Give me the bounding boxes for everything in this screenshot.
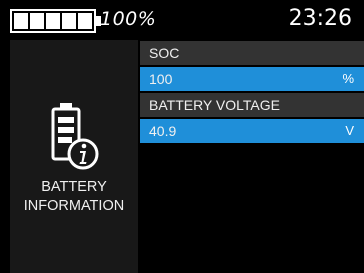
field-label: SOC [149, 45, 180, 61]
field-value: 100 [149, 71, 173, 87]
battery-information-tile[interactable]: BATTERY INFORMATION [10, 40, 138, 273]
status-bar: 100% 23:26 [0, 0, 364, 40]
panel-title: BATTERY INFORMATION [23, 179, 125, 214]
field-value-row-soc[interactable]: 100 % [140, 67, 364, 91]
field-label-row-soc: SOC [140, 41, 364, 65]
field-unit: % [342, 71, 354, 86]
battery-level-icon [10, 9, 101, 33]
field-unit: V [345, 123, 354, 138]
clock-text: 23:26 [288, 6, 352, 31]
battery-info-icon [51, 103, 99, 170]
screen: 100% 23:26 BATTERY INFORMATION SOC 100 % [0, 0, 364, 273]
field-value: 40.9 [149, 123, 177, 139]
field-list: SOC 100 % BATTERY VOLTAGE 40.9 V [140, 41, 364, 145]
battery-percent-text: 100% [100, 8, 157, 30]
field-label-row-battery-voltage: BATTERY VOLTAGE [140, 93, 364, 117]
field-value-row-battery-voltage[interactable]: 40.9 V [140, 119, 364, 143]
field-label: BATTERY VOLTAGE [149, 97, 280, 113]
